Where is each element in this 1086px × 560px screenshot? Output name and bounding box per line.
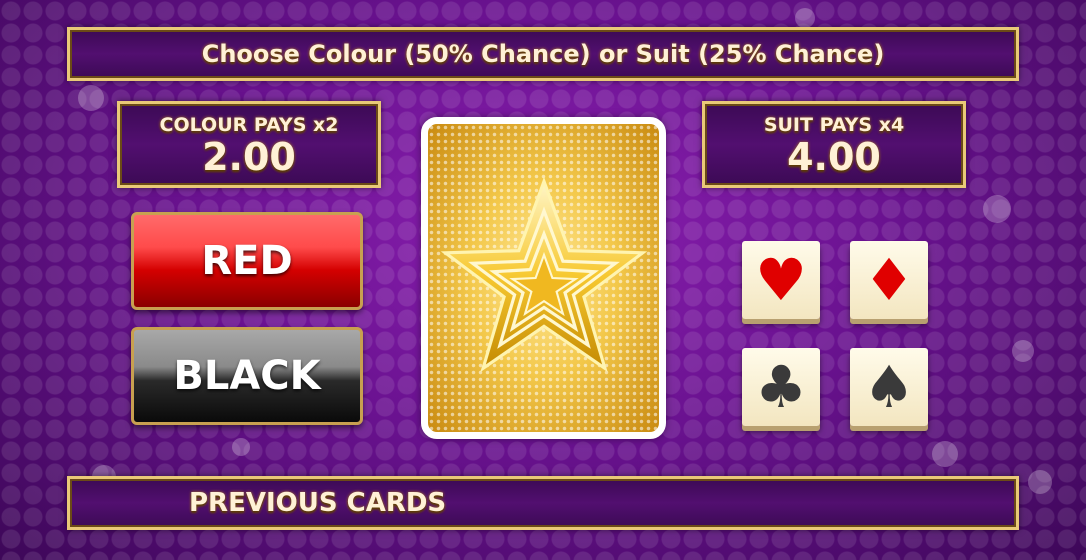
spades-icon: ♠: [863, 353, 915, 421]
bokeh-light: [1028, 470, 1052, 494]
bokeh-light: [932, 441, 958, 467]
bokeh-light: [983, 195, 1011, 223]
spades-button[interactable]: ♠: [850, 348, 928, 426]
hearts-button[interactable]: ♥: [742, 241, 820, 319]
title-banner: Choose Colour (50% Chance) or Suit (25% …: [67, 27, 1019, 81]
hearts-icon: ♥: [755, 246, 807, 314]
suit-pays-value: 4.00: [787, 135, 881, 179]
bokeh-light: [1012, 340, 1034, 362]
colour-pays-label: COLOUR PAYS x2: [159, 114, 339, 136]
suit-pays-label: SUIT PAYS x4: [763, 114, 905, 136]
colour-pays-panel: COLOUR PAYS x2 2.00: [117, 101, 381, 188]
colour-pays-value: 2.00: [202, 135, 296, 179]
previous-cards-label: PREVIOUS CARDS: [189, 488, 447, 518]
page-title: Choose Colour (50% Chance) or Suit (25% …: [201, 40, 885, 68]
suit-pays-panel: SUIT PAYS x4 4.00: [702, 101, 966, 188]
clubs-icon: ♣: [755, 353, 807, 421]
diamonds-button[interactable]: ♦: [850, 241, 928, 319]
bokeh-light: [78, 85, 104, 111]
red-button[interactable]: RED: [131, 212, 363, 310]
face-down-card: [421, 117, 666, 439]
bokeh-light: [795, 8, 815, 28]
black-button[interactable]: BLACK: [131, 327, 363, 425]
star-icon: [440, 176, 647, 373]
previous-cards-bar: PREVIOUS CARDS: [67, 476, 1019, 530]
diamonds-icon: ♦: [863, 246, 915, 314]
bokeh-light: [232, 438, 250, 456]
clubs-button[interactable]: ♣: [742, 348, 820, 426]
